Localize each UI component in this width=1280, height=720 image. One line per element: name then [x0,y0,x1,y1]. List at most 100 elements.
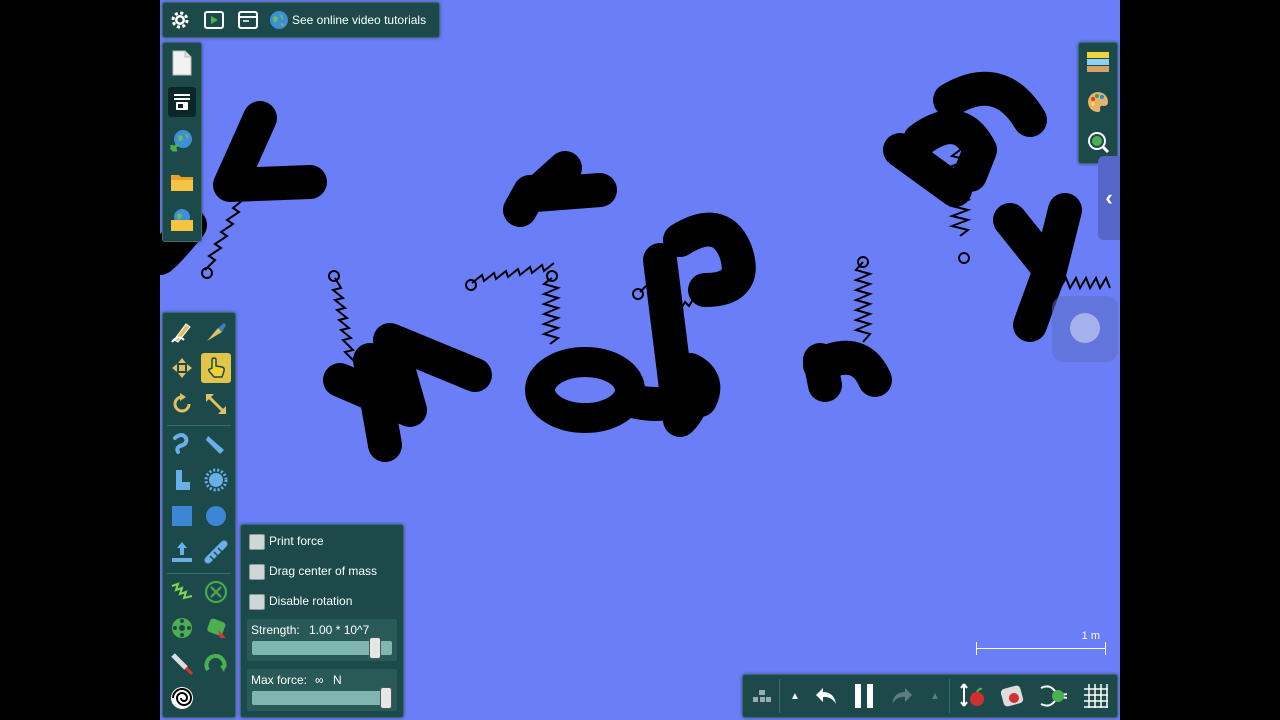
caret-up-icon-2: ▲ [930,690,940,702]
spiral-icon [171,687,193,709]
scene-menu-button[interactable] [168,87,196,117]
pause-button[interactable] [847,681,881,711]
strength-label: Strength: [251,623,300,637]
assistive-touch-button[interactable] [1052,296,1118,362]
brush-tool[interactable] [201,429,231,459]
drag-tool[interactable] [201,353,231,383]
hinge-icon [204,654,227,672]
spring-left [204,199,244,271]
air-friction-icon [1000,685,1024,707]
new-scene-button[interactable] [168,48,196,78]
scale-tick-left [976,642,977,655]
hinge-tool[interactable] [201,649,231,679]
tutorials-label: See online video tutorials [292,13,427,27]
drag-com-row[interactable]: Drag center of mass [241,557,403,585]
camera-follow-button[interactable] [1083,127,1113,157]
square-icon [172,506,192,526]
toolbar-divider [779,679,780,713]
spring-r [853,261,873,343]
spring-n [330,277,356,363]
play-scene-button[interactable] [201,7,227,33]
scene-menu-icon [174,94,190,110]
strength-slider-box: Strength: 1.00 * 10^7 [247,619,397,661]
chevron-left-icon: ‹ [1105,185,1113,210]
scale-tool[interactable] [201,389,231,419]
undo-history-button[interactable]: ▲ [783,681,807,711]
move-tool[interactable] [167,353,197,383]
spring-tool[interactable] [167,577,197,607]
spring-options-panel: Print force Drag center of mass Disable … [240,524,404,718]
scale-line [976,648,1106,649]
max-force-slider-track[interactable] [252,687,392,709]
print-force-checkbox[interactable] [249,534,265,550]
disable-rotation-checkbox[interactable] [249,594,265,610]
import-scene-button[interactable] [168,125,196,155]
max-force-unit: N [333,673,342,687]
box-tool[interactable] [167,501,197,531]
open-scene-folder-button[interactable] [168,205,196,235]
thruster-tool[interactable] [201,613,231,643]
align-button[interactable] [747,681,777,711]
redo-history-button[interactable]: ▲ [923,681,947,711]
appearance-button[interactable] [1083,87,1113,117]
assistive-touch-dot [1070,313,1100,343]
background-button[interactable] [1083,47,1113,77]
folder-globe-icon [171,209,193,231]
plane-tool[interactable] [167,537,197,567]
top-toolbar: See online video tutorials [162,2,440,38]
brush-icon [206,436,224,454]
undo-button[interactable] [809,681,843,711]
toolbar-divider-2 [949,679,950,713]
sidebar-collapse-tab[interactable]: ‹ [1098,156,1120,240]
chain-tool[interactable] [167,429,197,459]
gravity-button[interactable] [955,681,989,711]
thruster-icon [207,618,226,638]
settings-button[interactable] [167,7,193,33]
tracer-tool[interactable] [167,683,197,713]
window-button[interactable] [235,7,261,33]
circle-tool[interactable] [201,501,231,531]
polygon-icon [176,470,190,490]
max-force-slider-thumb[interactable] [380,687,392,709]
tools-divider [167,425,231,426]
resize-icon [206,394,226,414]
polygon-tool[interactable] [167,465,197,495]
pause-icon [855,684,873,708]
right-panel [1078,42,1118,164]
knife-tool[interactable] [201,317,231,347]
scale-label: 1 m [1081,630,1100,642]
fixate-icon [205,581,227,603]
rotate-tool[interactable] [167,389,197,419]
strength-slider-track[interactable] [252,637,392,659]
gear-shape-icon [204,468,228,492]
tutorials-link[interactable]: See online video tutorials [269,7,435,33]
simulation-canvas[interactable]: See online video tutorials Print force D… [160,0,1120,720]
axle-tool[interactable] [167,613,197,643]
disable-rotation-row[interactable]: Disable rotation [241,587,403,615]
rotate-icon [173,393,191,413]
controller-icon [1040,685,1068,707]
print-force-row[interactable]: Print force [241,527,403,555]
drag-com-checkbox[interactable] [249,564,265,580]
gear-tool[interactable] [201,465,231,495]
zoom-target-icon [1088,132,1110,154]
controller-button[interactable] [1037,681,1071,711]
spring-h [471,262,555,284]
grid-button[interactable] [1079,681,1113,711]
sketch-tool[interactable] [167,317,197,347]
folder-icon [171,175,193,191]
air-friction-button[interactable] [995,681,1029,711]
open-folder-button[interactable] [168,167,196,197]
fixate-tool[interactable] [201,577,231,607]
palette-icon [1088,92,1108,112]
undo-icon [816,688,836,704]
laser-icon [171,653,194,676]
redo-button[interactable] [885,681,919,711]
strength-slider-thumb[interactable] [369,637,382,659]
grid-icon [1084,684,1108,708]
chain-link-tool[interactable] [201,537,231,567]
spring-icon [171,582,193,600]
laser-tool[interactable] [167,649,197,679]
axle-icon [172,618,192,638]
tools-divider-2 [167,573,231,574]
